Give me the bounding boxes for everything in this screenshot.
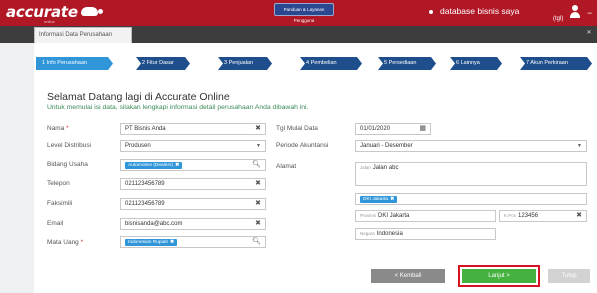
logo-subtitle: online: [44, 19, 55, 24]
country-field[interactable]: Negara Indonesia: [355, 228, 496, 240]
chevron-down-icon: ▼: [256, 143, 261, 149]
close-button[interactable]: Tutup: [548, 269, 590, 283]
step-sales[interactable]: 3 Penjualan: [218, 57, 272, 70]
remove-chip-icon[interactable]: ✖: [170, 240, 174, 245]
business-field-input[interactable]: Automotive (Dealers) ✖ 🔍︎: [120, 159, 266, 171]
fax-label: Faksimili: [47, 200, 73, 207]
country-prefix: Negara: [360, 231, 375, 236]
email-value: bisnisanda@abc.com: [125, 221, 183, 227]
province-prefix: Provinsi: [360, 213, 377, 218]
clear-icon[interactable]: ✖: [576, 211, 582, 221]
database-name[interactable]: database bisnis saya: [440, 6, 519, 16]
chevron-down-icon: ▼: [577, 143, 582, 149]
province-field[interactable]: Provinsi DKI Jakarta: [355, 210, 496, 222]
distribution-level-select[interactable]: Produsen ▼: [120, 140, 266, 152]
city-input[interactable]: DKI Jakarta ✖: [355, 193, 587, 205]
company-name-value: PT Bisnis Anda: [125, 126, 166, 132]
remove-chip-icon[interactable]: ✖: [175, 163, 179, 168]
next-button[interactable]: Lanjut >: [458, 265, 540, 287]
start-date-field[interactable]: 01/01/2020 ▦: [355, 123, 431, 135]
search-icon[interactable]: 🔍︎: [252, 160, 261, 170]
remove-chip-icon[interactable]: ✖: [390, 197, 394, 202]
currency-chip: Indonesian Rupiah ✖: [125, 239, 178, 246]
tab-bar: Informasi Data Perusahaan ✕: [0, 26, 597, 43]
back-button[interactable]: < Kembali: [371, 269, 445, 283]
page-title: Selamat Datang lagi di Accurate Online: [47, 91, 230, 103]
guide-button[interactable]: Panduan & Layanan Pengguna: [274, 3, 334, 23]
business-field-label: Bidang Usaha: [47, 161, 88, 168]
email-label: Email: [47, 220, 64, 227]
intro-text: Untuk memulai isi data, silakan lengkapi…: [47, 104, 309, 111]
email-field[interactable]: bisnisanda@abc.com ✖: [120, 218, 266, 230]
cloud-icon: [80, 7, 98, 16]
clear-icon[interactable]: ✖: [255, 179, 261, 189]
accounting-period-select[interactable]: Januari - Desember ▼: [355, 140, 587, 152]
clear-icon[interactable]: ✖: [255, 219, 261, 229]
city-chip: DKI Jakarta ✖: [360, 196, 398, 203]
top-bar: accurate online Panduan & Layanan Penggu…: [0, 0, 597, 26]
street-value: Jalan abc: [372, 165, 399, 171]
address-label: Alamat: [276, 163, 297, 170]
step-basic-features[interactable]: 2 Fitur Dasar: [136, 57, 190, 70]
close-tab-icon[interactable]: ✕: [583, 29, 595, 39]
company-name-field[interactable]: PT Bisnis Anda ✖: [120, 123, 266, 135]
phone-value: 021123456789: [125, 181, 165, 187]
postal-code-field[interactable]: K.Pos 123456 ✖: [499, 210, 587, 222]
accounting-period-value: Januari - Desember: [360, 143, 413, 149]
step-accounts[interactable]: 7 Akun Perkiraan: [520, 57, 592, 70]
accounting-period-label: Periode Akuntansi: [276, 142, 329, 149]
street-prefix: Jalan: [360, 165, 371, 170]
street-textarea[interactable]: Jalan Jalan abc: [355, 162, 587, 186]
distribution-level-value: Produsen: [125, 143, 151, 149]
logo-text: accurate: [6, 3, 78, 21]
start-date-label: Tgl Mulai Data: [276, 125, 318, 132]
user-icon[interactable]: [569, 5, 581, 19]
distribution-level-label: Level Distribusi: [47, 142, 92, 149]
step-inventory[interactable]: 5 Persediaan: [378, 57, 436, 70]
fax-field[interactable]: 021123456789 ✖: [120, 198, 266, 210]
phone-label: Telepon: [47, 180, 70, 187]
tab-company-info[interactable]: Informasi Data Perusahaan: [34, 27, 132, 43]
calendar-icon[interactable]: ▦: [419, 124, 426, 134]
clear-icon[interactable]: ✖: [255, 124, 261, 134]
phone-field[interactable]: 021123456789 ✖: [120, 178, 266, 190]
fax-value: 021123456789: [125, 201, 165, 207]
step-purchases[interactable]: 4 Pembelian: [300, 57, 362, 70]
postal-prefix: K.Pos: [504, 213, 517, 218]
currency-label: Mata Uang *: [47, 239, 84, 246]
search-icon[interactable]: 🔍︎: [252, 237, 261, 247]
menu-dot-icon[interactable]: [98, 9, 103, 14]
business-field-chip: Automotive (Dealers) ✖: [125, 162, 183, 169]
start-date-value: 01/01/2020: [360, 126, 391, 132]
currency-input[interactable]: Indonesian Rupiah ✖ 🔍︎: [120, 236, 266, 248]
postal-code-value: 123456: [518, 213, 539, 219]
name-label: Nama *: [47, 125, 69, 132]
status-dot-icon: [429, 10, 433, 14]
country-value: Indonesia: [376, 231, 403, 237]
step-others[interactable]: 6 Lainnya: [450, 57, 502, 70]
step-company-info[interactable]: 1 Info Perusahaan: [36, 57, 113, 70]
clear-icon[interactable]: ✖: [255, 199, 261, 209]
database-subtitle: (tgl): [553, 16, 564, 22]
setup-steps: 1 Info Perusahaan 2 Fitur Dasar 3 Penjua…: [36, 57, 592, 70]
province-value: DKI Jakarta: [378, 213, 410, 219]
minimize-icon[interactable]: −: [587, 8, 592, 18]
